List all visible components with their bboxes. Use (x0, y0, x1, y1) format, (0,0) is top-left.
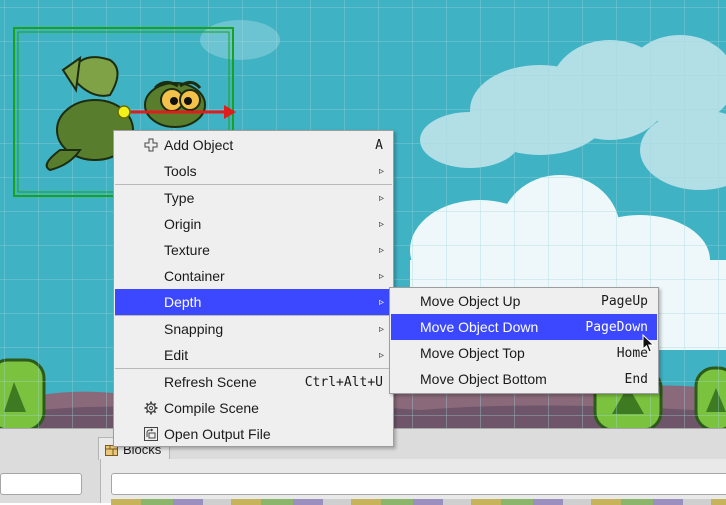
menu-item-edit[interactable]: Edit ▹ (115, 342, 392, 368)
context-menu: Add Object A Tools ▹ Type ▹ Origin ▹ Tex… (113, 130, 394, 447)
submenu-arrow-icon: ▹ (378, 165, 384, 177)
menu-item-label: Container (164, 268, 225, 284)
plus-crosshair-icon (144, 138, 158, 152)
menu-item-label: Origin (164, 216, 202, 232)
blocks-search-input[interactable] (111, 473, 726, 495)
menu-item-type[interactable]: Type ▹ (115, 185, 392, 211)
menu-item-refresh-scene[interactable]: Refresh Scene Ctrl+Alt+U (115, 369, 392, 395)
menu-item-label: Refresh Scene (164, 374, 257, 390)
submenu-arrow-icon: ▹ (378, 296, 384, 308)
gear-icon (144, 401, 158, 415)
menu-item-shortcut: A (375, 137, 383, 153)
blocks-panel (100, 459, 726, 505)
submenu-arrow-icon: ▹ (378, 218, 384, 230)
submenu-arrow-icon: ▹ (378, 270, 384, 282)
menu-item-label: Move Object Down (420, 319, 539, 335)
menu-item-texture[interactable]: Texture ▹ (115, 237, 392, 263)
menu-item-label: Move Object Up (420, 293, 521, 309)
mouse-cursor-icon (642, 333, 656, 354)
menu-item-label: Tools (164, 163, 197, 179)
output-file-icon (144, 427, 158, 441)
menu-item-container[interactable]: Container ▹ (115, 263, 392, 289)
left-panel-input[interactable] (0, 473, 82, 495)
depth-submenu: Move Object Up PageUp Move Object Down P… (389, 287, 659, 394)
submenu-arrow-icon: ▹ (378, 323, 384, 335)
menu-item-open-output-file[interactable]: Open Output File (115, 421, 392, 447)
menu-item-tools[interactable]: Tools ▹ (115, 158, 392, 184)
menu-item-add-object[interactable]: Add Object A (115, 132, 392, 158)
menu-item-shortcut: End (624, 371, 648, 387)
menu-item-label: Depth (164, 294, 202, 310)
menu-item-shortcut: PageUp (601, 293, 648, 309)
menu-item-label: Snapping (164, 321, 224, 337)
submenu-arrow-icon: ▹ (378, 244, 384, 256)
menu-item-label: Open Output File (164, 426, 271, 442)
submenu-arrow-icon: ▹ (378, 192, 384, 204)
menu-item-move-object-bottom[interactable]: Move Object Bottom End (391, 366, 657, 392)
menu-item-snapping[interactable]: Snapping ▹ (115, 316, 392, 342)
menu-item-move-object-top[interactable]: Move Object Top Home (391, 340, 657, 366)
menu-item-label: Type (164, 190, 195, 206)
menu-item-label: Texture (164, 242, 210, 258)
submenu-arrow-icon: ▹ (378, 349, 384, 361)
menu-item-label: Add Object (164, 137, 234, 153)
menu-item-move-object-down[interactable]: Move Object Down PageDown (391, 314, 657, 340)
menu-item-depth[interactable]: Depth ▹ (115, 289, 392, 315)
menu-item-label: Edit (164, 347, 189, 363)
menu-item-shortcut: PageDown (585, 319, 648, 335)
menu-item-shortcut: Ctrl+Alt+U (304, 374, 383, 390)
menu-item-label: Move Object Top (420, 345, 525, 361)
blocks-palette[interactable] (111, 499, 726, 505)
menu-item-label: Compile Scene (164, 400, 259, 416)
menu-item-compile-scene[interactable]: Compile Scene (115, 395, 392, 421)
menu-item-origin[interactable]: Origin ▹ (115, 211, 392, 237)
menu-item-move-object-up[interactable]: Move Object Up PageUp (391, 288, 657, 314)
menu-item-label: Move Object Bottom (420, 371, 547, 387)
